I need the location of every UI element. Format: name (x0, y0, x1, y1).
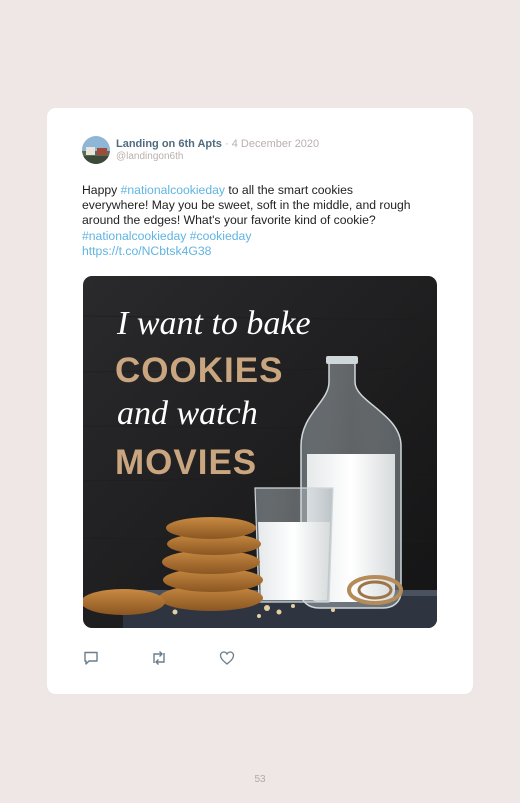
like-icon[interactable] (219, 650, 237, 666)
tweet-card: Landing on 6th Apts · 4 December 2020 @l… (47, 108, 473, 694)
tweet-header: Landing on 6th Apts · 4 December 2020 (116, 138, 319, 150)
avatar[interactable] (82, 136, 110, 164)
tweet-date[interactable]: 4 December 2020 (232, 138, 319, 150)
image-text-line3: and watch (117, 395, 258, 432)
image-text-line4: MOVIES (115, 443, 257, 482)
hashtag-link[interactable]: #nationalcookieday (82, 229, 186, 243)
retweet-icon[interactable] (150, 650, 168, 666)
reply-icon[interactable] (83, 650, 101, 666)
image-text-line1: I want to bake (116, 305, 311, 342)
display-name[interactable]: Landing on 6th Apts (116, 138, 222, 150)
hashtag-link[interactable]: #cookieday (190, 229, 252, 243)
tweet-text: Happy #nationalcookieday to all the smar… (82, 183, 412, 259)
tweet-image[interactable]: I want to bake COOKIES and watch MOVIES (83, 276, 437, 628)
hashtag-link[interactable]: #nationalcookieday (121, 183, 225, 197)
image-text-line2: COOKIES (115, 351, 283, 390)
page-number: 53 (254, 774, 266, 785)
header-separator: · (224, 138, 229, 150)
user-handle[interactable]: @landingon6th (116, 151, 183, 162)
tweet-text-intro: Happy (82, 183, 121, 197)
tweet-url-link[interactable]: https://t.co/NCbtsk4G38 (82, 244, 211, 258)
